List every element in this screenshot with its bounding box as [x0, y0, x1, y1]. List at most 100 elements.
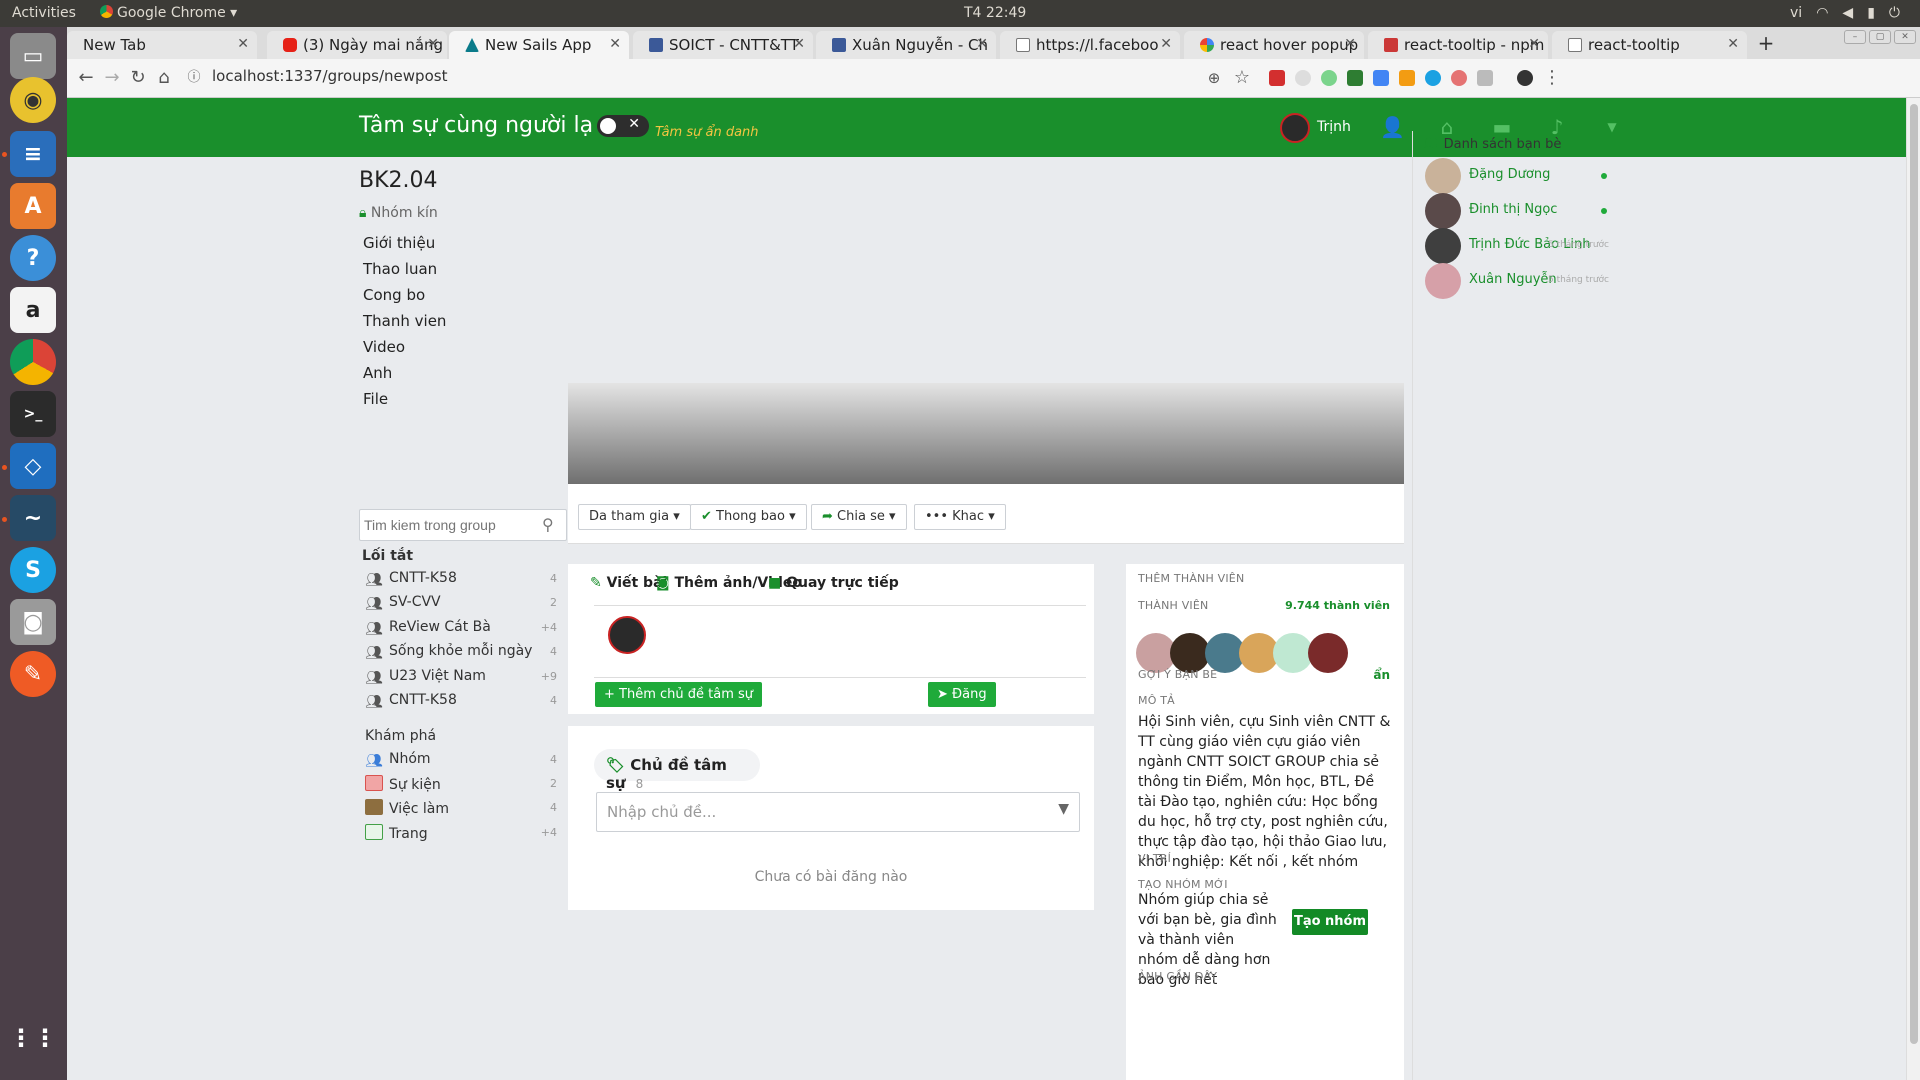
url-field[interactable]: localhost:1337/groups/newpost	[212, 67, 447, 85]
create-group-button[interactable]: Tạo nhóm	[1292, 909, 1368, 935]
menu-icon[interactable]: ⋮	[1541, 67, 1563, 89]
menu-discussion[interactable]: Thao luan	[363, 260, 437, 278]
extension-red-icon[interactable]	[1269, 70, 1285, 86]
shortcut-item[interactable]: 👥︎ Sống khỏe mỗi ngày 4	[365, 643, 557, 665]
new-tab-button[interactable]: +	[1753, 33, 1779, 55]
menu-video[interactable]: Video	[363, 338, 405, 356]
friend-item[interactable]: Đặng Dương	[1425, 158, 1609, 194]
friend-item[interactable]: Xuân Nguyễn 5 tháng trước	[1425, 263, 1609, 299]
bookmark-star-icon[interactable]: ☆	[1231, 67, 1253, 89]
info-icon[interactable]: ⓘ	[183, 67, 205, 89]
files-icon[interactable]: ▭	[10, 33, 56, 79]
group-search-input[interactable]	[364, 511, 534, 539]
zoom-icon[interactable]: ⊕	[1203, 67, 1225, 89]
shortcut-item[interactable]: 👥︎ CNTT-K58 4	[365, 692, 557, 714]
avatar[interactable]	[1273, 633, 1313, 673]
members-count[interactable]: 9.744 thành viên	[1285, 599, 1390, 612]
camera-icon[interactable]: ◙	[10, 599, 56, 645]
tab-soict[interactable]: SOICT - CNTT&TT ✕	[633, 31, 813, 59]
tab-new-sails-app[interactable]: New Sails App ✕	[449, 31, 629, 59]
tab-facebook-link[interactable]: https://l.faceboo ✕	[1000, 31, 1180, 59]
explore-item-pages[interactable]: Trang +4	[365, 824, 557, 846]
back-icon[interactable]: ←	[75, 67, 97, 89]
close-icon[interactable]: ✕	[793, 36, 805, 52]
wifi-icon[interactable]: ◠	[1816, 5, 1828, 21]
avatar[interactable]	[1308, 633, 1348, 673]
page-scrollbar[interactable]	[1906, 98, 1920, 1080]
search-icon[interactable]: ⚲	[542, 515, 560, 534]
tab-live-video[interactable]: ■ Quay trực tiếp	[768, 575, 899, 591]
extension-green-icon[interactable]	[1321, 70, 1337, 86]
close-icon[interactable]: ✕	[1344, 36, 1356, 52]
close-icon[interactable]: ✕	[1528, 36, 1540, 52]
extension-gray-icon[interactable]	[1295, 70, 1311, 86]
tab-youtube[interactable]: (3) Ngày mai nắng ✕	[267, 31, 447, 59]
app-menu[interactable]: Google Chrome ▾	[100, 5, 237, 21]
maximize-button[interactable]: ▢	[1869, 30, 1891, 44]
tab-xuan-nguyen[interactable]: Xuân Nguyễn - Ch ✕	[816, 31, 996, 59]
joined-dropdown[interactable]: Da tham gia ▾	[578, 504, 691, 530]
tab-npm[interactable]: react-tooltip - npm ✕	[1368, 31, 1548, 59]
add-friend-icon[interactable]: 👤	[1380, 115, 1405, 139]
show-apps-icon[interactable]: ⋮⋮	[9, 1015, 57, 1061]
avatar[interactable]	[1280, 113, 1310, 143]
clock[interactable]: T4 22:49	[964, 5, 1026, 21]
shortcut-item[interactable]: 👥︎ ReView Cát Bà +4	[365, 619, 557, 641]
extension-orange-icon[interactable]	[1399, 70, 1415, 86]
shortcut-item[interactable]: 👥︎ U23 Việt Nam +9	[365, 668, 557, 690]
avatar[interactable]	[1170, 633, 1210, 673]
language-indicator[interactable]: vi	[1790, 5, 1802, 21]
explore-item-events[interactable]: Sự kiện 2	[365, 775, 557, 797]
add-members-label[interactable]: THÊM THÀNH VIÊN	[1138, 572, 1244, 585]
shortcut-item[interactable]: 👥︎ SV-CVV 2	[365, 594, 557, 616]
scrollbar-thumb[interactable]	[1910, 104, 1918, 1044]
tab-google-search[interactable]: react hover popup ✕	[1184, 31, 1364, 59]
explore-item-jobs[interactable]: Việc làm 4	[365, 799, 557, 821]
vscode-icon[interactable]: ◇	[10, 443, 56, 489]
topic-select[interactable]: Nhập chủ đề... ▼	[596, 792, 1080, 832]
close-icon[interactable]: ✕	[1727, 36, 1739, 52]
terminal-icon[interactable]: >_	[10, 391, 56, 437]
mysql-workbench-icon[interactable]: ~	[10, 495, 56, 541]
writer-icon[interactable]: ≡	[10, 131, 56, 177]
close-icon[interactable]: ✕	[427, 36, 439, 52]
explore-item-groups[interactable]: 👥︎ Nhóm 4	[365, 751, 557, 773]
facebook-extension-icon[interactable]	[1477, 70, 1493, 86]
power-icon[interactable]: ⏻	[1889, 5, 1900, 21]
reload-icon[interactable]: ↻	[127, 67, 149, 89]
software-center-icon[interactable]: A	[10, 183, 56, 229]
add-topic-button[interactable]: + Thêm chủ đề tâm sự	[595, 682, 763, 707]
topics-title[interactable]: 🏷︎ Chủ đề tâm sự 8	[594, 749, 760, 792]
volume-icon[interactable]: ◀	[1842, 5, 1853, 21]
menu-files[interactable]: File	[363, 390, 388, 408]
anonymous-toggle[interactable]: ✕	[597, 115, 649, 137]
menu-announcements[interactable]: Cong bo	[363, 286, 425, 304]
skype-extension-icon[interactable]	[1425, 70, 1441, 86]
more-dropdown[interactable]: ••• Khac ▾	[914, 504, 1006, 530]
tab-new-tab[interactable]: New Tab ✕	[67, 31, 257, 59]
share-dropdown[interactable]: ➦ Chia se ▾	[811, 504, 907, 530]
hide-suggestions-link[interactable]: ẩn	[1373, 668, 1390, 682]
rhythmbox-icon[interactable]: ◉	[10, 77, 56, 123]
menu-intro[interactable]: Giới thiệu	[363, 234, 435, 252]
close-icon[interactable]: ✕	[976, 36, 988, 52]
friend-item[interactable]: Trịnh Đức Bảo Linh 5 tháng trước	[1425, 228, 1609, 264]
forward-icon[interactable]: →	[101, 67, 123, 89]
tab-react-tooltip[interactable]: react-tooltip ✕	[1552, 31, 1747, 59]
home-icon[interactable]: ⌂	[153, 67, 175, 89]
close-icon[interactable]: ✕	[609, 36, 621, 52]
friend-item[interactable]: Đinh thị Ngọc	[1425, 193, 1609, 229]
amazon-icon[interactable]: a	[10, 287, 56, 333]
help-icon[interactable]: ?	[10, 235, 56, 281]
brand-title[interactable]: Tâm sự cùng người lạ	[359, 113, 593, 138]
profile-avatar-icon[interactable]	[1517, 70, 1533, 86]
chrome-launcher-icon[interactable]	[10, 339, 56, 385]
user-name[interactable]: Trịnh	[1317, 119, 1351, 135]
extension-multi-icon[interactable]	[1451, 70, 1467, 86]
battery-icon[interactable]: ▮	[1867, 5, 1875, 21]
close-icon[interactable]: ✕	[1160, 36, 1172, 52]
shortcut-item[interactable]: 👥︎ CNTT-K58 4	[365, 570, 557, 592]
close-window-button[interactable]: ✕	[1894, 30, 1916, 44]
skype-icon[interactable]: S	[10, 547, 56, 593]
minimize-button[interactable]: –	[1844, 30, 1866, 44]
